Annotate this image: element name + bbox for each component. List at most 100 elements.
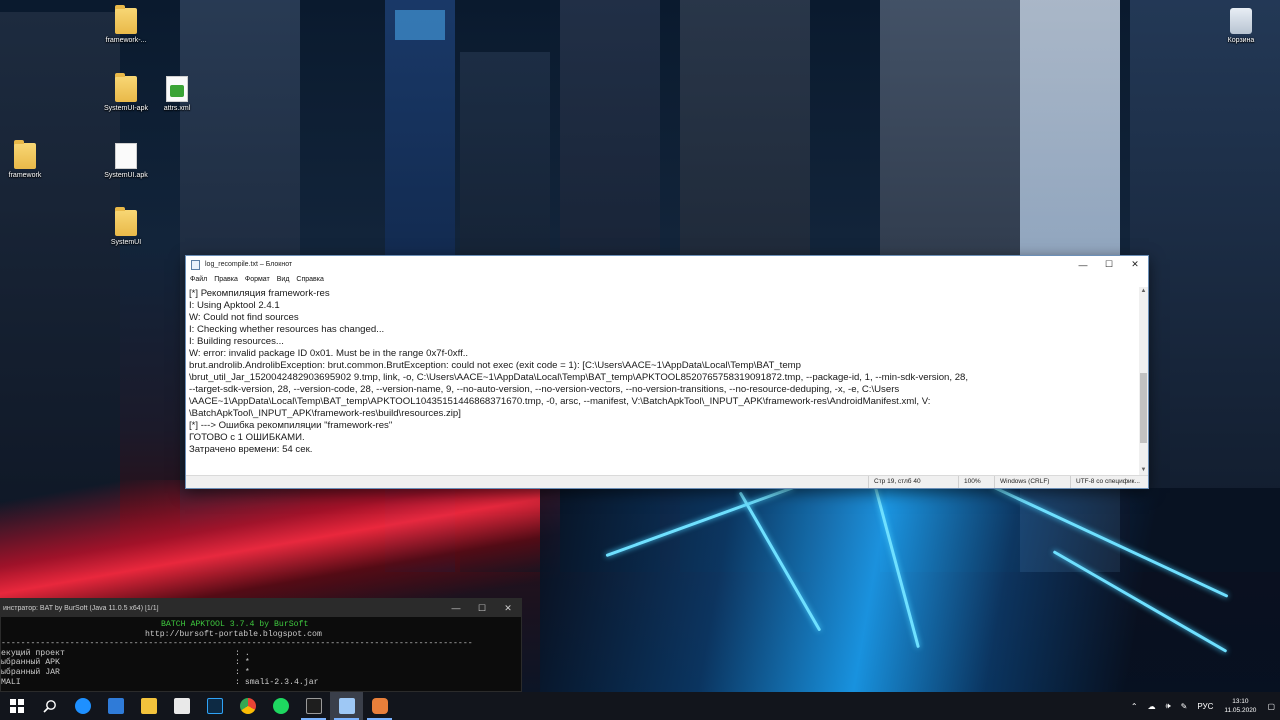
text-line: I: Building resources... [189, 336, 284, 347]
close-button[interactable]: ✕ [1122, 256, 1148, 273]
status-encoding: UTF-8 со специфик... [1070, 476, 1148, 488]
console-row-value: : * [235, 667, 250, 677]
console-title: инстратор: BAT by BurSoft (Java 11.0.5 x… [3, 604, 159, 612]
window-title: log_recompile.txt – Блокнот [205, 261, 293, 268]
desktop-icon-label: attrs.xml [163, 105, 191, 112]
desktop-icon-systemui-folder[interactable]: SystemUI [91, 207, 161, 247]
folder-icon [115, 207, 137, 236]
taskbar-explorer[interactable] [132, 692, 165, 720]
scroll-down-icon[interactable]: ▼ [1139, 466, 1148, 475]
folder-icon [14, 140, 36, 169]
clock-date: 11.05.2020 [1224, 707, 1257, 714]
taskbar-store[interactable] [165, 692, 198, 720]
apktool-icon [371, 698, 388, 714]
minimize-button[interactable]: — [443, 603, 469, 613]
network-icon[interactable]: ☁ [1148, 702, 1156, 711]
console-row: екущий проект : . [1, 649, 521, 659]
desktop-icon-framework-folder[interactable]: framework-... [91, 5, 161, 45]
close-button[interactable]: ✕ [495, 603, 521, 614]
text-line: \brut_util_Jar_1520042482903695902 9.tmp… [189, 372, 969, 383]
taskbar-notepad[interactable] [330, 692, 363, 720]
console-url: http://bursoft-portable.blogspot.com [145, 629, 322, 639]
desktop-icon-framework[interactable]: framework [0, 140, 60, 180]
menu-view[interactable]: Вид [277, 276, 290, 283]
text-line: W: error: invalid package ID 0x01. Must … [189, 348, 469, 359]
desktop-icon-recycle-bin[interactable]: Корзина [1206, 8, 1276, 45]
desktop-icon-label: framework [8, 172, 42, 179]
search-button[interactable] [33, 692, 66, 720]
console-row-key: ыбранный APK [1, 658, 60, 668]
folder-icon [115, 5, 137, 34]
text-line: [*] ---> Ошибка рекомпиляции "framework-… [189, 420, 393, 431]
text-line: \BatchApkTool\_INPUT_APK\framework-res\b… [189, 408, 461, 419]
console-row-key: ыбранный JAR [1, 667, 60, 677]
taskbar-chrome[interactable] [231, 692, 264, 720]
status-cursor-position: Стр 19, стлб 40 [868, 476, 958, 488]
search-icon [42, 700, 56, 713]
text-line: [*] Рекомпиляция framework-res [189, 288, 330, 299]
scroll-thumb[interactable] [1140, 373, 1147, 443]
system-tray: ⌃ ☁ 🕪 ✎ РУС 13:10 11.05.2020 ▢ [1126, 692, 1280, 720]
text-line: --target-sdk-version, 28, --version-code… [189, 384, 900, 395]
menu-file[interactable]: Файл [190, 276, 207, 283]
menu-format[interactable]: Формат [245, 276, 270, 283]
chevron-up-icon[interactable]: ⌃ [1131, 702, 1138, 711]
start-button[interactable] [0, 692, 33, 720]
console-output[interactable]: BATCH APKTOOL 3.7.4 by BurSoft http://bu… [1, 617, 521, 687]
mail-icon [107, 698, 124, 714]
clock[interactable]: 13:10 11.05.2020 [1224, 697, 1256, 715]
minimize-button[interactable]: — [1070, 256, 1096, 273]
taskbar-spotify[interactable] [264, 692, 297, 720]
desktop-icon-label: Корзина [1227, 37, 1255, 44]
xml-file-icon [166, 76, 188, 102]
windows-logo-icon [9, 699, 24, 713]
text-line: I: Using Apktool 2.4.1 [189, 300, 280, 311]
console-row: ыбранный APK : * [1, 658, 521, 668]
text-line: \AACE~1\AppData\Local\Temp\BAT_temp\APKT… [189, 396, 931, 407]
chrome-icon [239, 698, 256, 714]
scroll-up-icon[interactable]: ▲ [1139, 287, 1148, 296]
console-row-value: : smali-2.3.4.jar [235, 677, 319, 687]
text-line: Затрачено времени: 54 сек. [189, 444, 313, 455]
taskbar-photoshop[interactable] [198, 692, 231, 720]
console-window[interactable]: инстратор: BAT by BurSoft (Java 11.0.5 x… [0, 598, 522, 692]
desktop-icon-systemui-apk-file[interactable]: SystemUI.apk [91, 143, 161, 180]
folder-icon [115, 73, 137, 102]
console-row-value: : . [235, 648, 250, 658]
language-indicator[interactable]: РУС [1197, 702, 1213, 711]
taskbar-mail[interactable] [99, 692, 132, 720]
text-editor-area[interactable]: [*] Рекомпиляция framework-res I: Using … [186, 287, 1139, 475]
notepad-window[interactable]: log_recompile.txt – Блокнот — ☐ ✕ Файл П… [185, 255, 1149, 489]
volume-icon[interactable]: 🕪 [1166, 701, 1171, 711]
taskbar-console[interactable] [297, 692, 330, 720]
store-icon [173, 698, 190, 714]
text-line: W: Could not find sources [189, 312, 299, 323]
console-row: ыбранный JAR : * [1, 668, 521, 678]
console-row: MALI : smali-2.3.4.jar [1, 678, 521, 688]
notepad-titlebar[interactable]: log_recompile.txt – Блокнот — ☐ ✕ [186, 256, 1148, 273]
maximize-button[interactable]: ☐ [1096, 256, 1122, 273]
menu-bar: Файл Правка Формат Вид Справка [186, 273, 1148, 285]
notifications-icon[interactable]: ▢ [1267, 702, 1275, 711]
clock-time: 13:10 [1232, 698, 1249, 705]
console-row-value: : * [235, 658, 250, 668]
pen-icon[interactable]: ✎ [1181, 702, 1188, 711]
taskbar: ⌃ ☁ 🕪 ✎ РУС 13:10 11.05.2020 ▢ [0, 692, 1280, 720]
desktop-icon-label: SystemUI.apk [104, 172, 148, 179]
taskbar-apktool[interactable] [363, 692, 396, 720]
menu-edit[interactable]: Правка [214, 276, 238, 283]
status-bar: Стр 19, стлб 40 100% Windows (CRLF) UTF-… [186, 475, 1148, 488]
notepad-icon [338, 698, 355, 714]
menu-help[interactable]: Справка [296, 276, 323, 283]
file-icon [115, 143, 137, 169]
maximize-button[interactable]: ☐ [469, 603, 495, 614]
notepad-icon [191, 259, 200, 270]
vertical-scrollbar[interactable]: ▲ ▼ [1139, 287, 1148, 475]
text-line: ГОТОВО с 1 ОШИБКАМИ. [189, 432, 305, 443]
console-separator: ----------------------------------------… [1, 639, 473, 649]
status-zoom: 100% [958, 476, 994, 488]
taskbar-edge[interactable] [66, 692, 99, 720]
desktop-icon-attrs-xml[interactable]: attrs.xml [142, 76, 212, 113]
console-header: BATCH APKTOOL 3.7.4 by BurSoft [161, 620, 309, 629]
console-titlebar[interactable]: инстратор: BAT by BurSoft (Java 11.0.5 x… [1, 599, 521, 617]
